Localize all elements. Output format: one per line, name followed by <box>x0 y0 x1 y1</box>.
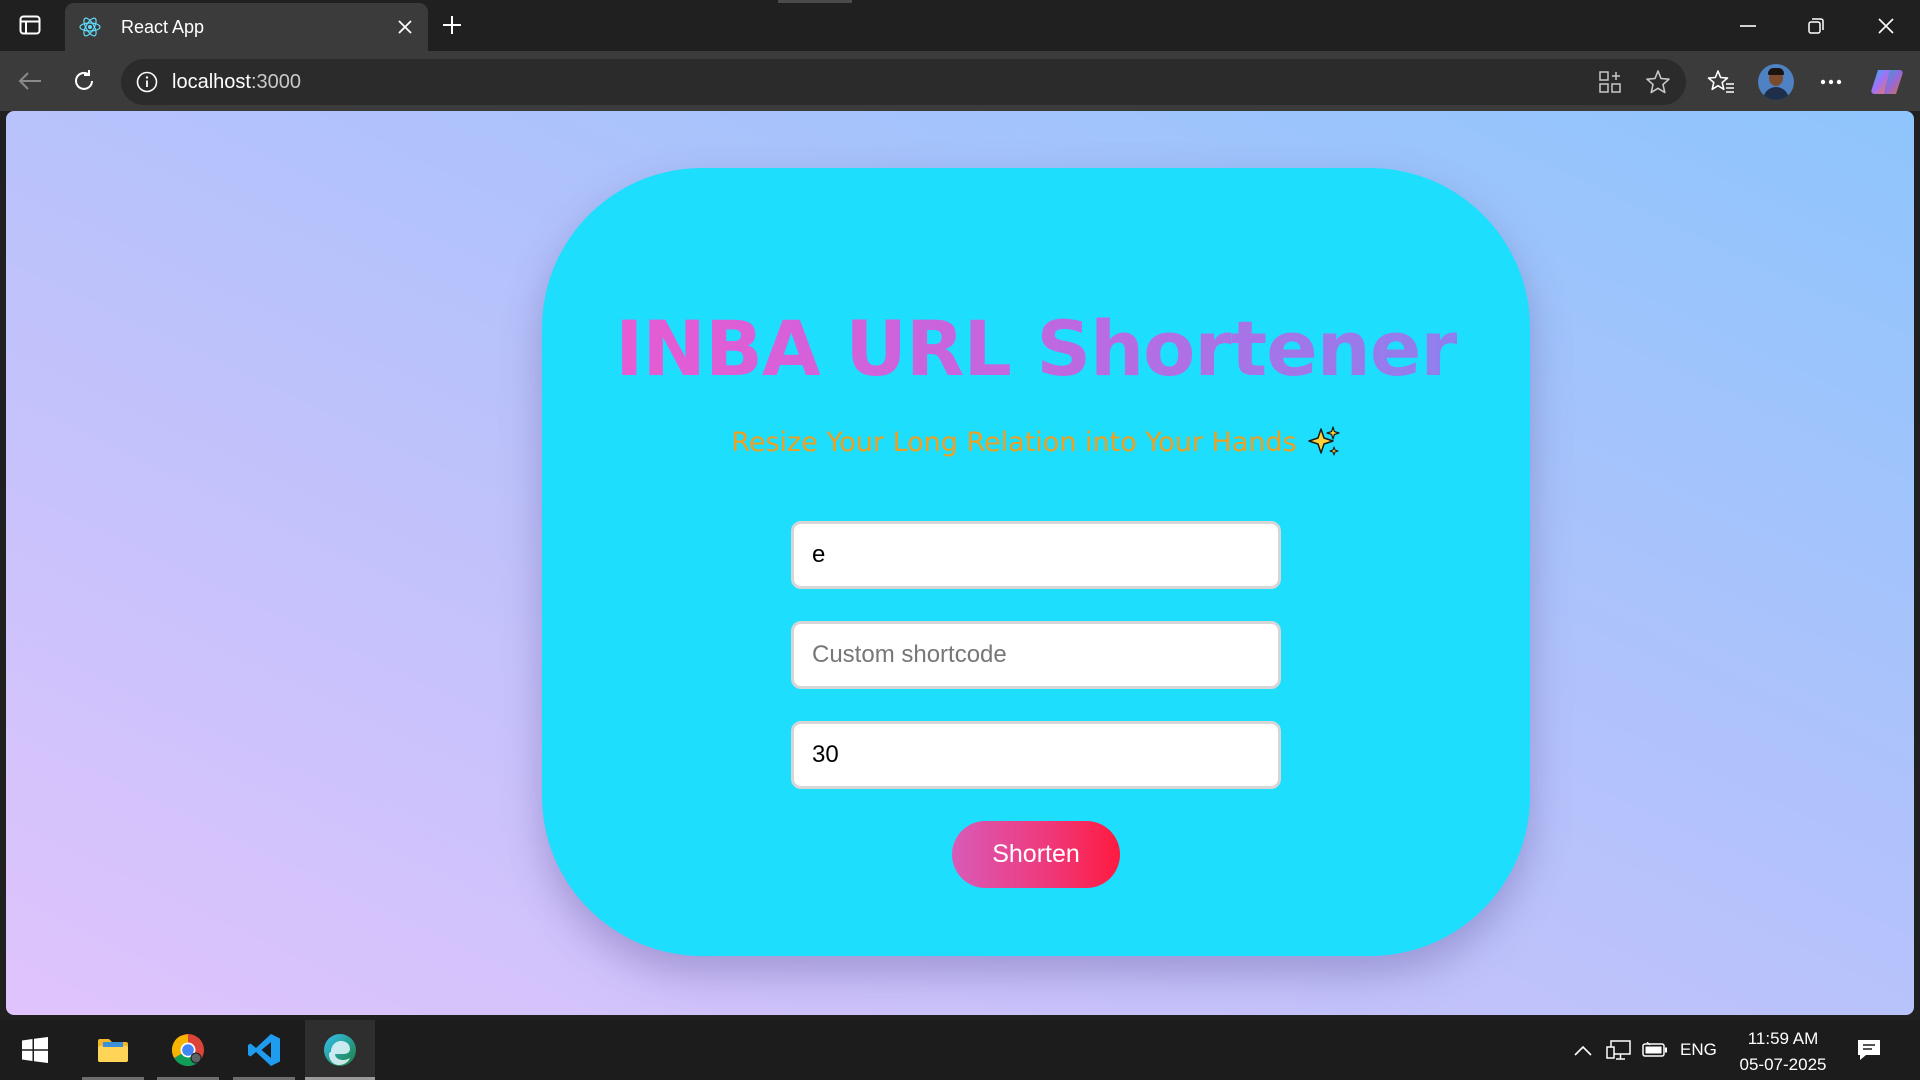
copilot-icon[interactable] <box>1866 61 1908 103</box>
edge-icon[interactable] <box>305 1020 375 1080</box>
clock-date: 05-07-2025 <box>1739 1055 1827 1074</box>
browser-toolbar: localhost:3000 <box>0 51 1920 111</box>
address-bar[interactable]: localhost:3000 <box>121 59 1686 105</box>
avatar <box>1758 64 1794 100</box>
drag-region <box>778 0 852 3</box>
long-url-input[interactable] <box>791 521 1281 589</box>
subtitle-row: Resize Your Long Relation into Your Hand… <box>731 425 1340 459</box>
react-logo-icon <box>77 14 103 40</box>
vscode-icon[interactable] <box>233 1020 295 1080</box>
window-close-icon[interactable] <box>1856 0 1916 51</box>
url-port: :3000 <box>250 70 301 93</box>
url-text[interactable]: localhost:3000 <box>172 71 301 94</box>
chevron-up-icon[interactable] <box>1568 1035 1598 1065</box>
restore-icon[interactable] <box>1786 0 1846 51</box>
start-icon[interactable] <box>4 1020 66 1080</box>
more-icon[interactable] <box>1810 61 1852 103</box>
input-language[interactable]: ENG <box>1680 1040 1717 1060</box>
page-title: INBA URL Shortener <box>615 304 1458 393</box>
new-tab-icon[interactable] <box>434 7 470 43</box>
network-icon[interactable] <box>1604 1035 1634 1065</box>
browser-tab[interactable]: React App <box>65 3 428 51</box>
clock[interactable]: 11:59 AM 05-07-2025 <box>1728 1026 1838 1078</box>
shorten-button[interactable]: Shorten <box>952 821 1120 888</box>
url-host: localhost <box>172 70 251 93</box>
back-icon[interactable] <box>10 61 50 101</box>
subtitle: Resize Your Long Relation into Your Hand… <box>731 426 1297 458</box>
shortener-card: INBA URL Shortener Resize Your Long Rela… <box>542 168 1530 956</box>
battery-icon[interactable] <box>1640 1035 1670 1065</box>
taskbar: ENG 11:59 AM 05-07-2025 <box>0 1020 1920 1080</box>
sparkle-icon <box>1307 425 1341 459</box>
profile-avatar[interactable] <box>1755 61 1797 103</box>
custom-shortcode-input[interactable] <box>791 621 1281 689</box>
refresh-icon[interactable] <box>64 61 104 101</box>
page-viewport: INBA URL Shortener Resize Your Long Rela… <box>6 111 1914 1015</box>
info-icon[interactable] <box>134 69 160 95</box>
close-icon[interactable] <box>388 10 422 44</box>
file-explorer-icon[interactable] <box>82 1020 144 1080</box>
favorites-icon[interactable] <box>1700 61 1742 103</box>
tab-strip: React App <box>0 0 1920 51</box>
tab-title: React App <box>121 16 205 37</box>
notifications-icon[interactable] <box>1854 1035 1884 1065</box>
chrome-icon[interactable] <box>157 1020 219 1080</box>
app-available-icon[interactable] <box>1591 67 1629 97</box>
tab-actions-icon[interactable] <box>10 8 50 42</box>
validity-input[interactable] <box>791 721 1281 789</box>
favorite-star-icon[interactable] <box>1639 67 1677 97</box>
minimize-icon[interactable] <box>1718 0 1778 51</box>
clock-time: 11:59 AM <box>1747 1029 1819 1048</box>
